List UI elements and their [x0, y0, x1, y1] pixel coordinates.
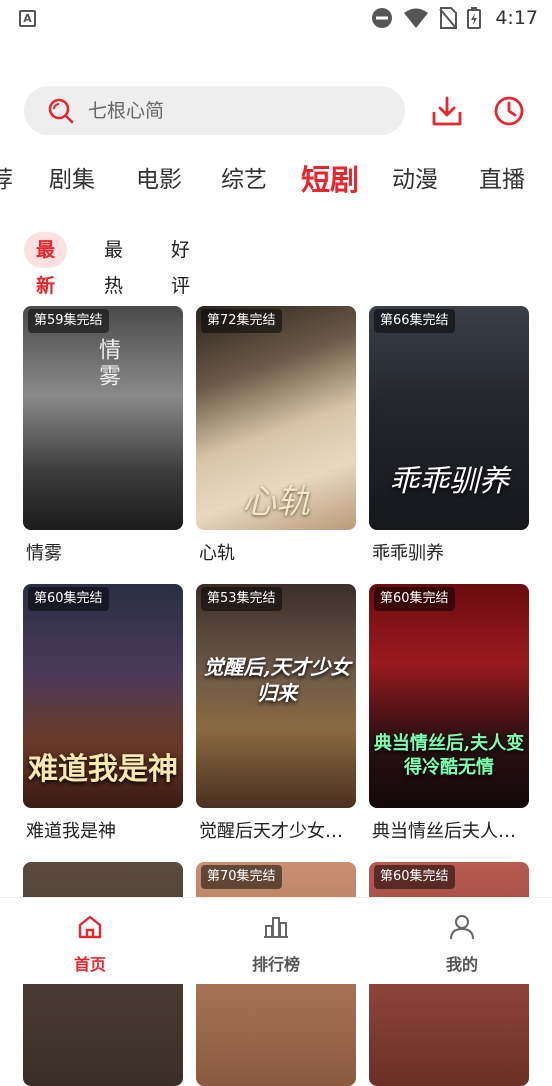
home-icon — [78, 915, 102, 939]
search-bar[interactable] — [24, 86, 405, 137]
nav-profile[interactable]: 我的 — [402, 898, 522, 984]
poster-image: 心轨 第72集完结 — [196, 306, 356, 530]
drama-card[interactable]: 典当情丝后,夫人变得冷酷无情 第60集完结 典当情丝后夫人变得冷酷无情 — [369, 584, 532, 842]
nav-home[interactable]: 首页 — [30, 898, 150, 984]
episode-badge: 第72集完结 — [201, 309, 282, 333]
card-title: 难道我是神 — [26, 821, 116, 842]
search-input[interactable] — [86, 86, 390, 137]
episode-badge: 第53集完结 — [201, 587, 282, 611]
card-title: 心轨 — [199, 543, 235, 564]
download-icon[interactable] — [431, 95, 463, 127]
card-title: 典当情丝后夫人变得冷酷无情 — [372, 821, 532, 842]
episode-badge: 第60集完结 — [374, 865, 455, 889]
tab-variety[interactable]: 综艺 — [221, 155, 267, 205]
drama-card[interactable]: 心轨 第72集完结 心轨 — [196, 306, 356, 564]
tab-movies[interactable]: 电影 — [136, 155, 182, 205]
status-bar: A 4:17 — [0, 0, 552, 38]
poster-image: 乖乖驯养 第66集完结 — [369, 306, 529, 530]
sort-hottest[interactable]: 最热 — [104, 232, 123, 297]
tab-live[interactable]: 直播 — [479, 155, 525, 205]
poster-title-text: 典当情丝后,夫人变得冷酷无情 — [373, 733, 525, 778]
nav-label: 排行榜 — [251, 955, 300, 974]
drama-card[interactable]: 乖乖驯养 第66集完结 乖乖驯养 — [369, 306, 529, 564]
drama-card[interactable]: 情雾 第59集完结 情雾 — [23, 306, 183, 564]
poster-title-text: 难道我是神 — [28, 752, 178, 787]
nav-ranking[interactable]: 排行榜 — [216, 898, 336, 984]
tab-recommend[interactable]: 荐 — [0, 155, 13, 205]
user-icon — [450, 915, 474, 940]
poster-image: 难道我是神 第60集完结 — [23, 584, 183, 808]
episode-badge: 第66集完结 — [374, 309, 455, 333]
episode-badge: 第59集完结 — [28, 309, 109, 333]
sort-top-rated[interactable]: 好评 — [171, 232, 190, 297]
tab-short-drama[interactable]: 短剧 — [301, 155, 359, 205]
poster-title-text: 情雾 — [95, 338, 120, 390]
no-sim-icon — [439, 7, 458, 29]
drama-card[interactable]: 难道我是神 第60集完结 难道我是神 — [23, 584, 183, 842]
status-icons: 4:17 — [371, 7, 538, 29]
status-time: 4:17 — [495, 7, 538, 29]
nav-label: 我的 — [445, 955, 478, 974]
bottom-nav: 首页 排行榜 我的 — [0, 897, 552, 984]
chart-icon — [264, 917, 288, 938]
category-tabs: 荐 剧集 电影 综艺 短剧 动漫 直播 — [0, 155, 552, 205]
poster-image: 典当情丝后,夫人变得冷酷无情 第60集完结 — [369, 584, 529, 808]
search-icon — [48, 98, 74, 124]
poster-title-text: 心轨 — [242, 482, 310, 522]
poster-image: 觉醒后,天才少女归来 第53集完结 — [196, 584, 356, 808]
card-title: 情雾 — [26, 543, 62, 564]
poster-title-text: 乖乖驯养 — [389, 464, 509, 499]
poster-title-text: 觉醒后,天才少女归来 — [203, 655, 351, 705]
wifi-icon — [404, 8, 429, 28]
app-notification-icon: A — [19, 10, 36, 27]
drama-card[interactable]: 觉醒后,天才少女归来 第53集完结 觉醒后天才少女归来 — [196, 584, 359, 842]
tab-series[interactable]: 剧集 — [49, 155, 95, 205]
battery-charging-icon — [467, 7, 482, 29]
tab-anime[interactable]: 动漫 — [392, 155, 438, 205]
episode-badge: 第70集完结 — [201, 865, 282, 889]
card-title: 乖乖驯养 — [372, 543, 444, 564]
card-title: 觉醒后天才少女归来 — [199, 821, 359, 842]
poster-image: 情雾 第59集完结 — [23, 306, 183, 530]
sort-latest[interactable]: 最新 — [24, 232, 68, 297]
episode-badge: 第60集完结 — [28, 587, 109, 611]
nav-label: 首页 — [73, 955, 106, 974]
episode-badge: 第60集完结 — [374, 587, 455, 611]
do-not-disturb-icon — [372, 8, 393, 28]
history-icon[interactable] — [493, 95, 525, 127]
